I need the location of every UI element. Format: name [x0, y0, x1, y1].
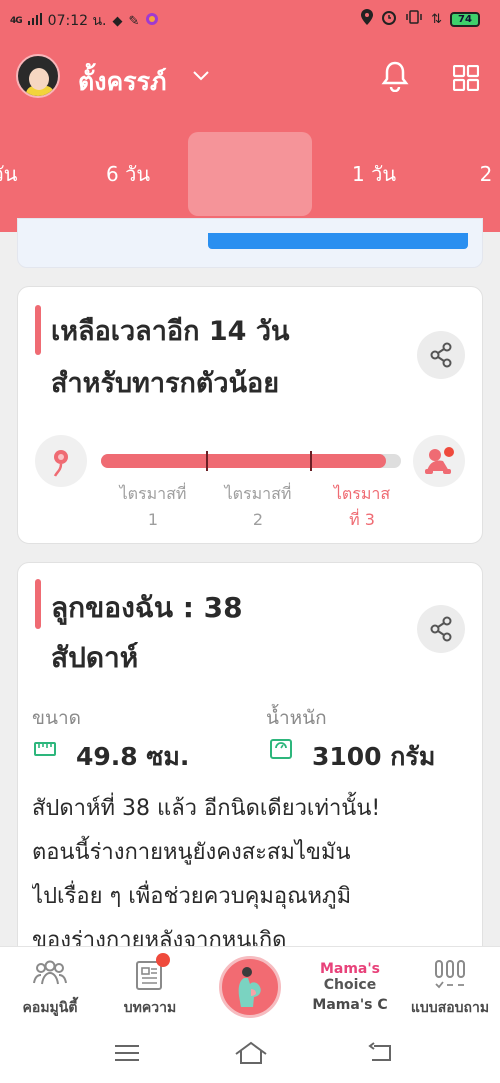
trimester-divider: [206, 451, 208, 471]
profile-name[interactable]: ตั้งครรภ์: [78, 62, 167, 102]
baby-week-title-line1: ลูกของฉัน : 38: [51, 591, 243, 624]
week-item-label: 1 วัน: [352, 162, 396, 186]
chevron-down-icon[interactable]: [192, 66, 210, 87]
battery-indicator: 74: [450, 11, 480, 27]
pregnant-mother-icon: [238, 967, 261, 1007]
countdown-card: เหลือเวลาอีก 14 วัน สำหรับทารกตัวน้อย ไต…: [17, 286, 483, 544]
share-button[interactable]: [417, 605, 465, 653]
size-label: ขนาด: [32, 707, 81, 729]
card-accent-bar: [35, 305, 41, 355]
previous-card: [17, 218, 483, 268]
community-icon: [32, 959, 68, 991]
baby-week-description: สัปดาห์ที่ 38 แล้ว อีกนิดเดียวเท่านั้น! …: [32, 796, 381, 953]
previous-card-button[interactable]: [208, 233, 468, 249]
signal-bars-icon: [27, 13, 42, 29]
nav-label: คอมมูนิตี้: [22, 1000, 78, 1016]
share-icon: [430, 342, 452, 368]
week-item[interactable]: 1 วัน: [328, 132, 420, 216]
clock-time: 07:12 น.: [47, 13, 107, 29]
nav-articles[interactable]: บทความ: [100, 947, 200, 1027]
fetus-icon: [35, 435, 87, 487]
status-bar: 4G 07:12 น. ◆ ✎ ⇅ 74: [0, 0, 500, 36]
notification-dot: [156, 953, 170, 967]
header-title-row: ตั้งครรภ์: [16, 54, 486, 102]
vibrate-icon: [405, 10, 423, 28]
baby-week-title-line2: สัปดาห์: [51, 641, 139, 674]
share-button[interactable]: [417, 331, 465, 379]
week-selector[interactable]: วัน 6 วัน 1 วัน 2: [0, 132, 500, 216]
countdown-title-line1: เหลือเวลาอีก 14 วัน: [51, 316, 290, 347]
app-header: 4G 07:12 น. ◆ ✎ ⇅ 74 ตั้งครรภ์ น 6 วัน 1…: [0, 0, 500, 232]
card-accent-bar: [35, 579, 41, 629]
ruler-icon: [34, 741, 56, 761]
wrench-icon: ✎: [128, 13, 140, 29]
countdown-title-line2: สำหรับทารกตัวน้อย: [51, 368, 280, 399]
week-item-label: วัน: [0, 162, 18, 186]
size-value: 49.8 ซม.: [76, 742, 190, 771]
week-item[interactable]: วัน: [0, 132, 40, 216]
baby-week-card: ลูกของฉัน : 38 สัปดาห์ ขนาด 49.8 ซม. น้ำ…: [17, 562, 483, 962]
location-icon: [361, 9, 374, 29]
nav-questionnaire[interactable]: แบบสอบถาม: [400, 947, 500, 1027]
crawling-baby-icon: [413, 435, 465, 487]
nav-mamas-choice[interactable]: Mama's Choice Mama's C: [300, 947, 400, 1027]
scale-icon: [270, 739, 292, 759]
system-nav-bar: [0, 1026, 500, 1083]
questionnaire-icon: [433, 959, 467, 995]
trimester-divider: [310, 451, 312, 471]
back-icon[interactable]: [366, 1040, 396, 1066]
nav-label: Mama's C: [312, 997, 388, 1013]
alarm-icon: [381, 9, 397, 29]
avatar[interactable]: [16, 54, 60, 98]
pregnancy-home-button[interactable]: [219, 956, 281, 1018]
mamas-choice-logo: Mama's Choice: [319, 961, 381, 993]
diamond-icon: ◆: [112, 13, 123, 29]
trimester-label: ไตรมาสที่ 1: [119, 484, 187, 529]
week-item[interactable]: 2: [456, 132, 500, 216]
weight-value: 3100 กรัม: [312, 742, 436, 771]
trimester-label: ไตรมาสที่ 2: [224, 484, 292, 529]
nav-community[interactable]: คอมมูนิตี้: [0, 947, 100, 1027]
app-notification-icon: [145, 12, 159, 30]
home-icon[interactable]: [234, 1040, 267, 1066]
nav-label: บทความ: [123, 1000, 177, 1016]
week-item-selected[interactable]: [188, 132, 312, 216]
trimester-progress-track: [101, 451, 401, 471]
share-icon: [430, 616, 452, 642]
trimester-progress-fill: [101, 454, 386, 468]
week-item-label: 6 วัน: [106, 162, 150, 186]
nav-label: แบบสอบถาม: [410, 1000, 490, 1016]
weight-label: น้ำหนัก: [266, 707, 327, 729]
week-item[interactable]: 6 วัน: [82, 132, 174, 216]
signal-indicator: 4G: [10, 16, 23, 26]
menu-icon[interactable]: [112, 1040, 142, 1066]
grid-menu-icon[interactable]: [452, 64, 480, 92]
notification-bell-icon[interactable]: [380, 60, 410, 93]
trimester-label-active: ไตรมาส ที่ 3: [333, 484, 391, 529]
data-arrows-icon: ⇅: [431, 11, 442, 27]
week-item-label: 2: [479, 162, 493, 186]
